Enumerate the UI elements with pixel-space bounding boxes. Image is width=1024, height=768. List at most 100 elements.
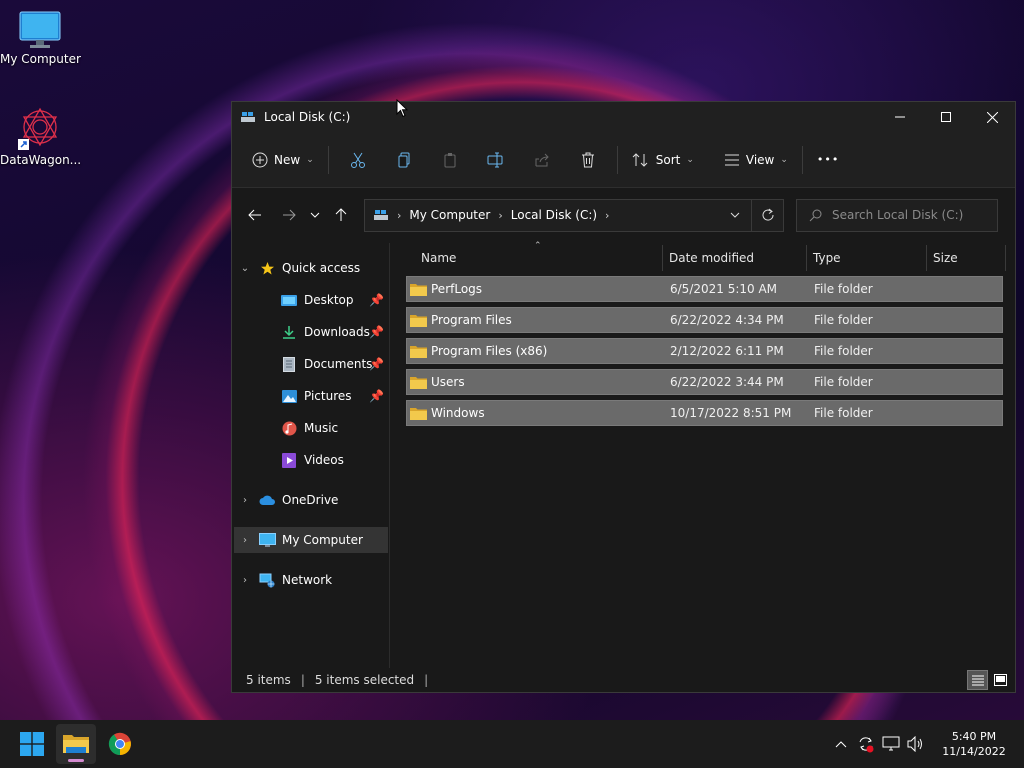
share-icon [535, 153, 549, 166]
clock-time: 5:40 PM [951, 730, 997, 743]
view-list-icon [724, 154, 739, 165]
monitor-icon [256, 532, 278, 548]
chevron-right-icon[interactable]: › [234, 575, 256, 586]
chevron-right-icon[interactable]: › [234, 535, 256, 546]
windows-logo-icon [20, 732, 44, 756]
paste-button[interactable] [427, 144, 473, 176]
view-button[interactable]: View ⌄ [716, 144, 796, 176]
chevron-down-icon [310, 212, 320, 218]
file-row-windows[interactable]: Windows 10/17/2022 8:51 PM File folder [406, 400, 1003, 426]
system-tray: 5:40 PM 11/14/2022 [828, 720, 1024, 768]
desktop-folder-icon [278, 294, 300, 307]
network-status-button[interactable] [878, 729, 903, 759]
chevron-right-icon[interactable]: › [605, 209, 609, 222]
mouse-cursor-icon [396, 99, 408, 118]
column-divider[interactable] [1005, 245, 1006, 271]
more-options-button[interactable]: ••• [809, 144, 847, 176]
file-name: Windows [431, 406, 485, 420]
breadcrumb-local-disk[interactable]: Local Disk (C:) [511, 208, 597, 222]
cut-button[interactable] [335, 144, 381, 176]
refresh-button[interactable] [751, 199, 783, 231]
sort-button[interactable]: Sort ⌄ [624, 144, 702, 176]
pin-icon[interactable]: 📌 [369, 325, 384, 339]
nav-item-desktop[interactable]: Desktop 📌 [234, 287, 388, 313]
file-row-program-files-x86[interactable]: Program Files (x86) 2/12/2022 6:11 PM Fi… [406, 338, 1003, 364]
address-bar[interactable]: › My Computer › Local Disk (C:) › [364, 198, 784, 232]
taskbar-chrome[interactable] [100, 724, 140, 764]
arrow-up-icon [335, 208, 347, 221]
chevron-right-icon: › [397, 208, 402, 222]
desktop-icon-datawagon[interactable]: DataWagon... [0, 105, 82, 167]
minimize-icon [895, 116, 905, 118]
large-icons-view-button[interactable] [990, 670, 1011, 690]
taskbar-file-explorer[interactable] [56, 724, 96, 764]
nav-item-music[interactable]: Music [234, 415, 388, 441]
column-header-type[interactable]: Type [807, 243, 927, 273]
column-header-date[interactable]: Date modified [663, 243, 803, 273]
large-icons-view-icon [994, 674, 1007, 686]
file-row-perflogs[interactable]: PerfLogs 6/5/2021 5:10 AM File folder [406, 276, 1003, 302]
file-name: Program Files [431, 313, 512, 327]
explorer-body: ⌄ Quick access Desktop 📌 Downloads 📌 Doc… [232, 241, 1015, 764]
details-view-button[interactable] [967, 670, 988, 690]
show-hidden-icons-button[interactable] [828, 729, 853, 759]
maximize-button[interactable] [923, 102, 969, 132]
recent-locations-button[interactable] [304, 200, 326, 230]
status-bar: 5 items | 5 items selected | [232, 668, 1015, 692]
file-date: 6/22/2022 4:34 PM [670, 313, 784, 327]
start-button[interactable] [12, 724, 52, 764]
file-date: 6/22/2022 3:44 PM [670, 375, 784, 389]
file-row-users[interactable]: Users 6/22/2022 3:44 PM File folder [406, 369, 1003, 395]
delete-button[interactable] [565, 144, 611, 176]
share-button[interactable] [519, 144, 565, 176]
nav-item-downloads[interactable]: Downloads 📌 [234, 319, 388, 345]
file-row-program-files[interactable]: Program Files 6/22/2022 4:34 PM File fol… [406, 307, 1003, 333]
back-button[interactable] [240, 200, 270, 230]
pin-icon[interactable]: 📌 [369, 357, 384, 371]
file-type: File folder [814, 406, 873, 420]
view-label: View [745, 152, 775, 167]
clock[interactable]: 5:40 PM 11/14/2022 [934, 729, 1014, 759]
arrow-left-icon [248, 209, 261, 221]
pin-icon[interactable]: 📌 [369, 293, 384, 307]
up-button[interactable] [326, 200, 356, 230]
file-date: 2/12/2022 6:11 PM [670, 344, 784, 358]
sync-status-button[interactable] [853, 729, 878, 759]
volume-button[interactable] [903, 729, 928, 759]
chevron-down-icon[interactable]: ⌄ [234, 263, 256, 274]
column-header-size[interactable]: Size [927, 243, 997, 273]
desktop-icon-label: DataWagon... [0, 153, 82, 167]
drive-icon [374, 210, 388, 220]
chevron-right-icon[interactable]: › [234, 495, 256, 506]
minimize-button[interactable] [877, 102, 923, 132]
show-desktop-button[interactable] [1014, 720, 1024, 768]
close-button[interactable] [969, 102, 1015, 132]
pin-icon[interactable]: 📌 [369, 389, 384, 403]
breadcrumb: › My Computer › Local Disk (C:) › [397, 208, 609, 222]
rename-button[interactable] [473, 144, 519, 176]
taskbar: 5:40 PM 11/14/2022 [0, 720, 1024, 768]
nav-onedrive[interactable]: › OneDrive [234, 487, 388, 513]
chevron-right-icon: › [498, 208, 503, 222]
network-icon [256, 573, 278, 588]
title-bar[interactable]: Local Disk (C:) [232, 102, 1015, 132]
nav-label: Desktop [304, 293, 354, 307]
nav-my-computer[interactable]: › My Computer [234, 527, 388, 553]
desktop-icon-my-computer[interactable]: My Computer [0, 10, 81, 66]
file-explorer-icon [63, 735, 89, 753]
copy-icon [398, 152, 410, 167]
breadcrumb-my-computer[interactable]: My Computer [409, 208, 490, 222]
nav-item-videos[interactable]: Videos [234, 447, 388, 473]
nav-item-pictures[interactable]: Pictures 📌 [234, 383, 388, 409]
address-dropdown-button[interactable] [719, 212, 751, 218]
nav-label: My Computer [282, 533, 363, 547]
nav-label: Documents [304, 357, 373, 371]
nav-quick-access[interactable]: ⌄ Quick access [234, 255, 388, 281]
new-button[interactable]: New ⌄ [244, 144, 322, 176]
forward-button[interactable] [274, 200, 304, 230]
nav-item-documents[interactable]: Documents 📌 [234, 351, 388, 377]
nav-network[interactable]: › Network [234, 567, 388, 593]
search-input[interactable]: Search Local Disk (C:) [796, 198, 998, 232]
column-headers: Name ⌃ Date modified Type Size [390, 241, 1015, 273]
copy-button[interactable] [381, 144, 427, 176]
